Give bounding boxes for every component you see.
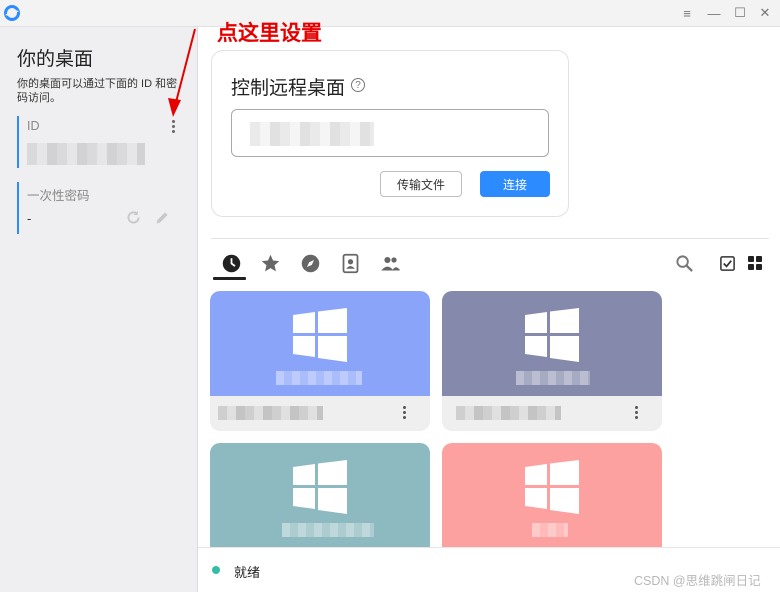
password-value: - [27,211,32,226]
windows-icon [293,460,347,514]
control-remote-title: 控制远程桌面 [231,78,346,99]
peer-card-footer [442,396,662,431]
edit-password-icon[interactable] [154,209,171,226]
peer-id-blurred [282,523,374,537]
id-value-blurred [27,143,145,165]
address-book-icon [342,253,358,273]
peer-id-blurred [516,371,590,385]
minimize-button[interactable]: — [705,4,723,22]
rustdesk-logo-icon [4,5,20,21]
peer-card[interactable] [210,291,430,431]
active-tab-indicator [213,277,246,280]
peer-card-preview [210,443,430,547]
remote-id-input[interactable] [231,109,549,157]
tab-recent[interactable] [219,251,243,275]
group-people-icon [380,256,400,270]
grid-view-button[interactable] [745,253,765,273]
peer-name-blurred [218,406,323,420]
search-icon [675,254,693,272]
remote-id-value-blurred [250,122,374,146]
id-section: ID [17,116,187,168]
grid-view-icon [748,256,762,270]
transfer-file-button[interactable]: 传输文件 [380,171,462,197]
peer-card[interactable] [210,443,430,547]
peer-card[interactable] [442,443,662,547]
close-button[interactable]: ✕ [756,4,774,22]
windows-icon [525,308,579,362]
peer-id-blurred [532,523,568,537]
discover-compass-icon [301,254,319,272]
peer-card-preview [210,291,430,396]
favorites-star-icon [261,254,279,271]
peer-card[interactable] [442,291,662,431]
recent-clock-icon [222,254,240,272]
windows-icon [293,308,347,362]
search-button[interactable] [674,253,694,273]
your-desktop-title: 你的桌面 [17,49,94,70]
divider [211,238,769,239]
watermark: CSDN @思维跳闸日记 [634,574,761,588]
connect-button[interactable]: 连接 [480,171,550,197]
tab-address-book[interactable] [338,251,362,275]
status-indicator [212,566,220,574]
password-label: 一次性密码 [27,189,90,203]
menu-icon[interactable]: ≡ [678,4,696,22]
title-bar: ≡ — ☐ ✕ [0,0,780,27]
peer-card-preview [442,443,662,547]
tab-favorites[interactable] [258,251,282,275]
annotation-text: 点这里设置 [217,22,322,45]
id-label: ID [27,119,40,133]
help-icon[interactable]: ? [351,78,365,92]
id-more-options-icon[interactable] [171,120,177,134]
tab-group[interactable] [378,251,402,275]
peer-card-preview [442,291,662,396]
annotation-arrow-icon [168,28,196,117]
peer-card-footer [210,396,430,431]
maximize-button[interactable]: ☐ [731,4,749,22]
windows-icon [525,460,579,514]
peer-more-options-icon[interactable] [634,406,640,420]
peer-more-options-icon[interactable] [402,406,408,420]
refresh-password-icon[interactable] [125,209,142,226]
password-section: 一次性密码 - [17,182,187,234]
status-text: 就绪 [234,565,261,580]
select-checkbox-icon [719,255,735,271]
peer-id-blurred [276,371,362,385]
control-remote-card: 控制远程桌面 ? 传输文件 连接 [211,50,569,217]
tab-discovered[interactable] [298,251,322,275]
peer-name-blurred [456,406,561,420]
select-mode-button[interactable] [717,253,737,273]
